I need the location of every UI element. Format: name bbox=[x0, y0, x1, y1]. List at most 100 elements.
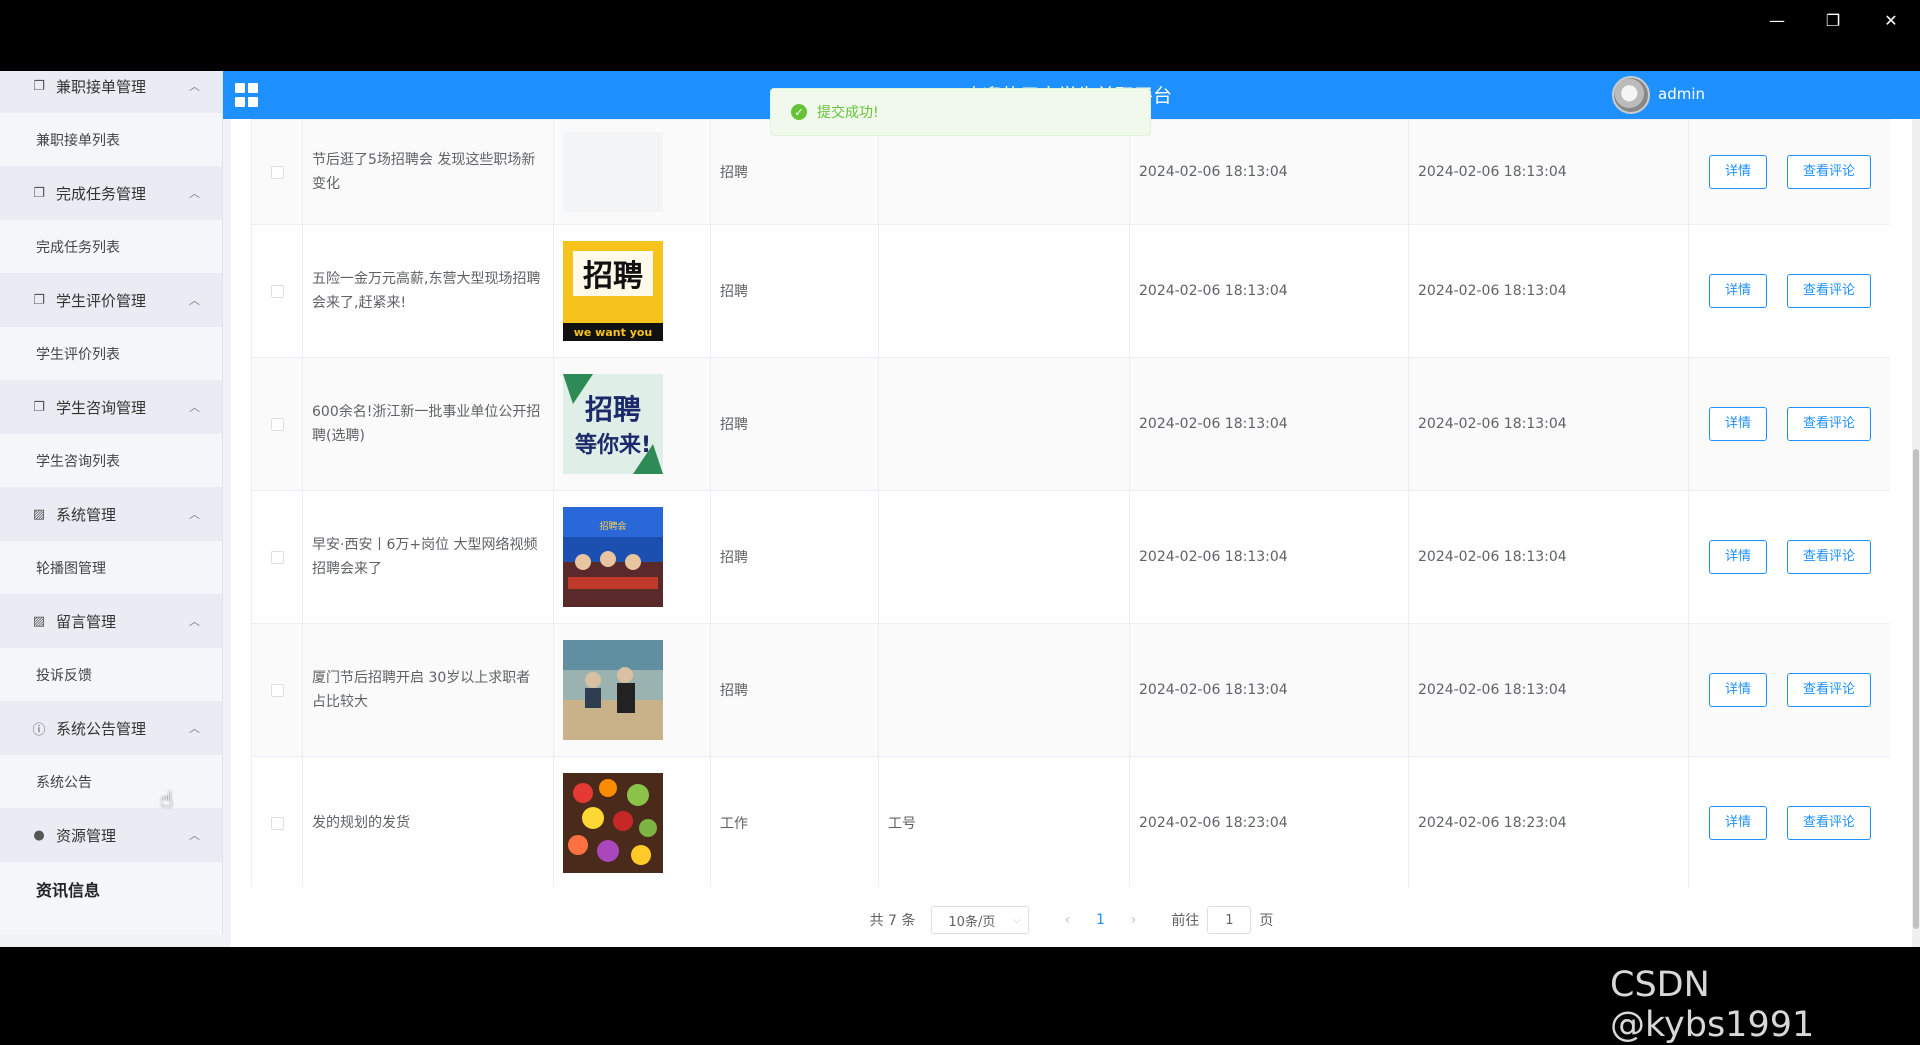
actions-cell: 详情 查看评论 bbox=[1688, 490, 1890, 624]
actions-cell: 详情 查看评论 bbox=[1688, 623, 1890, 757]
chevron-down-icon: ⌵ bbox=[1012, 914, 1021, 926]
vertical-scrollbar[interactable] bbox=[1912, 119, 1920, 947]
menu-group[interactable]: ⓘ 系统公告管理 ︿ bbox=[0, 701, 222, 755]
close-icon[interactable]: ✕ bbox=[1871, 6, 1911, 34]
chevron-up-icon: ︿ bbox=[189, 80, 200, 93]
menu-group[interactable]: ▨ 留言管理 ︿ bbox=[0, 594, 222, 648]
image-cell: 招聘 等你来! bbox=[553, 357, 711, 491]
menu-group[interactable]: ❐ 兼职接单管理 ︿ bbox=[0, 71, 222, 113]
minimize-icon[interactable]: — bbox=[1757, 6, 1797, 34]
page-size-value: 10条/页 bbox=[948, 914, 996, 930]
view-comments-button[interactable]: 查看评论 bbox=[1787, 673, 1872, 707]
updated-cell: 2024-02-06 18:23:04 bbox=[1408, 756, 1689, 887]
updated-cell: 2024-02-06 18:13:04 bbox=[1408, 119, 1689, 225]
chevron-up-icon: ︿ bbox=[189, 294, 200, 307]
extra-cell bbox=[878, 224, 1130, 358]
select-cell bbox=[251, 756, 303, 887]
detail-button[interactable]: 详情 bbox=[1709, 274, 1768, 308]
category-cell: 工作 bbox=[710, 756, 879, 887]
view-comments-button[interactable]: 查看评论 bbox=[1787, 155, 1872, 189]
sidebar: ❐ 兼职接单管理 ︿ 兼职接单列表 ❐ 完成任务管理 ︿ 完成任务列表 ❐ 学生评价管理 ︿ 学生评价… bbox=[0, 71, 223, 935]
sidebar-item[interactable]: 兼职接单列表 bbox=[0, 113, 222, 166]
detail-button[interactable]: 详情 bbox=[1709, 407, 1768, 441]
menu-group[interactable]: ❐ 完成任务管理 ︿ bbox=[0, 166, 222, 220]
goto-page: 前往 1 页 bbox=[1171, 906, 1273, 934]
window-titlebar: — ❐ ✕ bbox=[0, 0, 1920, 71]
category-cell: 招聘 bbox=[710, 357, 879, 491]
title-cell: 发的规划的发货 bbox=[302, 756, 554, 887]
view-comments-button[interactable]: 查看评论 bbox=[1787, 806, 1872, 840]
image-cell bbox=[553, 119, 711, 225]
thumbnail-image bbox=[563, 773, 701, 873]
view-comments-button[interactable]: 查看评论 bbox=[1787, 407, 1872, 441]
main-content: 节后逛了5场招聘会 发现这些职场新变化 招聘 2024-02-06 18:13:04… bbox=[231, 119, 1912, 947]
actions-cell: 详情 查看评论 bbox=[1688, 224, 1890, 358]
menu-group[interactable]: ▨ 系统管理 ︿ bbox=[0, 487, 222, 541]
clipboard-icon: ❐ bbox=[33, 292, 45, 308]
created-cell: 2024-02-06 18:13:04 bbox=[1129, 224, 1409, 358]
sidebar-item[interactable]: 轮播图管理 bbox=[0, 541, 222, 594]
detail-button[interactable]: 详情 bbox=[1709, 673, 1768, 707]
sidebar-item[interactable]: 资讯分类 bbox=[0, 915, 222, 935]
location-icon: ● bbox=[33, 827, 45, 843]
updated-cell: 2024-02-06 18:13:04 bbox=[1408, 490, 1689, 624]
updated-cell: 2024-02-06 18:13:04 bbox=[1408, 224, 1689, 358]
table-row: 厦门节后招聘开启 30岁以上求职者占比较大 招聘 2024-02-06 18:13:… bbox=[251, 623, 1890, 757]
view-comments-button[interactable]: 查看评论 bbox=[1787, 274, 1872, 308]
row-checkbox[interactable] bbox=[270, 284, 284, 298]
view-comments-button[interactable]: 查看评论 bbox=[1787, 540, 1872, 574]
pagination: 共 7 条 10条/页 ⌵ ‹ 1 › 前往 1 页 bbox=[231, 905, 1912, 935]
page-size-select[interactable]: 10条/页 ⌵ bbox=[931, 906, 1030, 934]
success-toast: ✓ 提交成功! bbox=[770, 88, 1151, 136]
sidebar-item[interactable]: 投诉反馈 bbox=[0, 648, 222, 701]
menu-group[interactable]: ❐ 学生咨询管理 ︿ bbox=[0, 380, 222, 434]
title-cell: 600余名!浙江新一批事业单位公开招聘(选聘) bbox=[302, 357, 554, 491]
sidebar-item[interactable]: 系统公告 bbox=[0, 755, 222, 808]
maximize-icon[interactable]: ❐ bbox=[1813, 6, 1853, 34]
sidebar-item[interactable]: 学生咨询列表 bbox=[0, 434, 222, 487]
sidebar-item[interactable]: 完成任务列表 bbox=[0, 220, 222, 273]
image-cell bbox=[553, 623, 711, 757]
updated-cell: 2024-02-06 18:13:04 bbox=[1408, 623, 1689, 757]
menu-group-label: 兼职接单管理 bbox=[56, 77, 147, 96]
svg-text:招聘会: 招聘会 bbox=[599, 520, 626, 532]
thumbnail-image: 招聘 we want you bbox=[563, 241, 701, 341]
sidebar-item[interactable]: 学生评价列表 bbox=[0, 327, 222, 380]
avatar[interactable] bbox=[1612, 76, 1650, 114]
app: ❐ 兼职接单管理 ︿ 兼职接单列表 ❐ 完成任务管理 ︿ 完成任务列表 ❐ 学生评价管理 ︿ 学生评价… bbox=[0, 71, 1920, 947]
goto-page-input[interactable]: 1 bbox=[1207, 906, 1252, 934]
row-checkbox[interactable] bbox=[270, 165, 284, 179]
thumbnail-image: 招聘会 bbox=[563, 507, 701, 607]
detail-button[interactable]: 详情 bbox=[1709, 806, 1768, 840]
actions-cell: 详情 查看评论 bbox=[1688, 119, 1890, 225]
chevron-up-icon: ︿ bbox=[189, 615, 200, 628]
scrollbar-thumb[interactable] bbox=[1913, 449, 1919, 929]
image-cell: 招聘会 bbox=[553, 490, 711, 624]
menu-group-label: 学生评价管理 bbox=[56, 291, 147, 310]
menu-group-label: 留言管理 bbox=[56, 612, 117, 631]
extra-cell: 工号 bbox=[878, 756, 1130, 887]
row-checkbox[interactable] bbox=[270, 550, 284, 564]
clipboard-icon: ❐ bbox=[33, 185, 45, 201]
next-page-icon[interactable]: › bbox=[1115, 912, 1151, 928]
created-cell: 2024-02-06 18:13:04 bbox=[1129, 490, 1409, 624]
user-name[interactable]: admin bbox=[1658, 85, 1705, 103]
menu-group-label: 资源管理 bbox=[56, 826, 117, 845]
select-cell bbox=[251, 357, 303, 491]
row-checkbox[interactable] bbox=[270, 683, 284, 697]
pagination-total: 共 7 条 bbox=[869, 913, 916, 929]
page-number[interactable]: 1 bbox=[1085, 912, 1115, 928]
table-row: 五险一金万元高薪,东营大型现场招聘会来了,赶紧来! 招聘 we want you 招聘… bbox=[251, 224, 1890, 358]
chevron-up-icon: ︿ bbox=[189, 829, 200, 842]
sidebar-item[interactable]: 资讯信息 bbox=[0, 862, 222, 915]
detail-button[interactable]: 详情 bbox=[1709, 155, 1768, 189]
row-checkbox[interactable] bbox=[270, 417, 284, 431]
menu-group[interactable]: ❐ 学生评价管理 ︿ bbox=[0, 273, 222, 327]
detail-button[interactable]: 详情 bbox=[1709, 540, 1768, 574]
row-checkbox[interactable] bbox=[270, 816, 284, 830]
prev-page-icon[interactable]: ‹ bbox=[1049, 912, 1085, 928]
created-cell: 2024-02-06 18:13:04 bbox=[1129, 119, 1409, 225]
menu-group-label: 学生咨询管理 bbox=[56, 398, 147, 417]
menu-group[interactable]: ● 资源管理 ︿ bbox=[0, 808, 222, 862]
menu-grid-icon[interactable] bbox=[235, 83, 259, 107]
